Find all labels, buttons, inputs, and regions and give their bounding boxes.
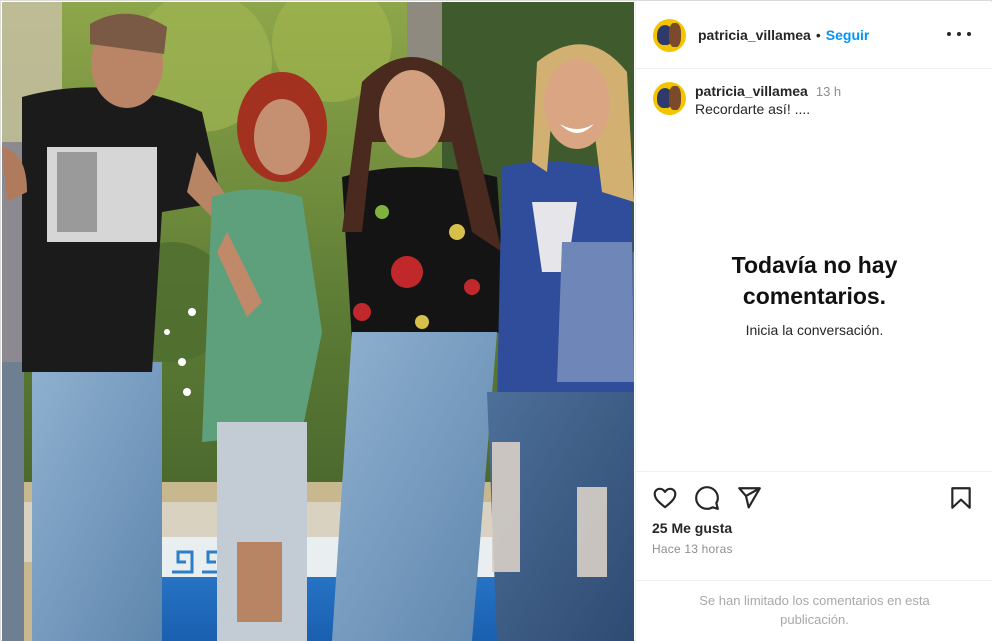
caption-timestamp: 13 h [815,84,842,99]
action-bar [652,485,977,511]
caption-username[interactable]: patricia_villamea [695,83,808,99]
caption-body: patricia_villamea 13 h Recordarte así! ..… [695,83,841,117]
bookmark-icon[interactable] [948,485,974,511]
divider [636,580,992,581]
group-photo-illustration [2,2,634,641]
post-photo[interactable] [2,2,634,641]
follow-button[interactable]: Seguir [826,27,870,43]
likes-count[interactable]: 25 Me gusta [652,520,732,536]
divider [636,471,992,472]
header-username[interactable]: patricia_villamea [698,27,811,43]
post-side-panel: patricia_villamea • Seguir patricia_vill… [635,2,992,641]
send-icon[interactable] [736,485,762,511]
header-separator: • [815,27,821,43]
comments-limited-notice: Se han limitado los comentarios en esta … [699,593,930,627]
more-options-icon[interactable] [947,24,971,44]
caption-text: Recordarte así! .... [695,101,811,117]
post-age: Hace 13 horas [652,542,733,556]
post-header: patricia_villamea • Seguir [636,2,992,69]
empty-comments: Todavía no hay comentarios. Inicia la co… [636,250,992,338]
empty-comments-title: Todavía no hay comentarios. [731,252,898,309]
avatar[interactable] [653,18,686,52]
caption-avatar[interactable] [653,82,686,115]
comment-icon[interactable] [694,485,720,511]
heart-icon[interactable] [652,485,678,511]
post-window: patricia_villamea • Seguir patricia_vill… [0,0,992,641]
empty-comments-subtitle: Inicia la conversación. [745,322,884,338]
post-caption: patricia_villamea 13 h Recordarte así! ..… [653,82,841,117]
